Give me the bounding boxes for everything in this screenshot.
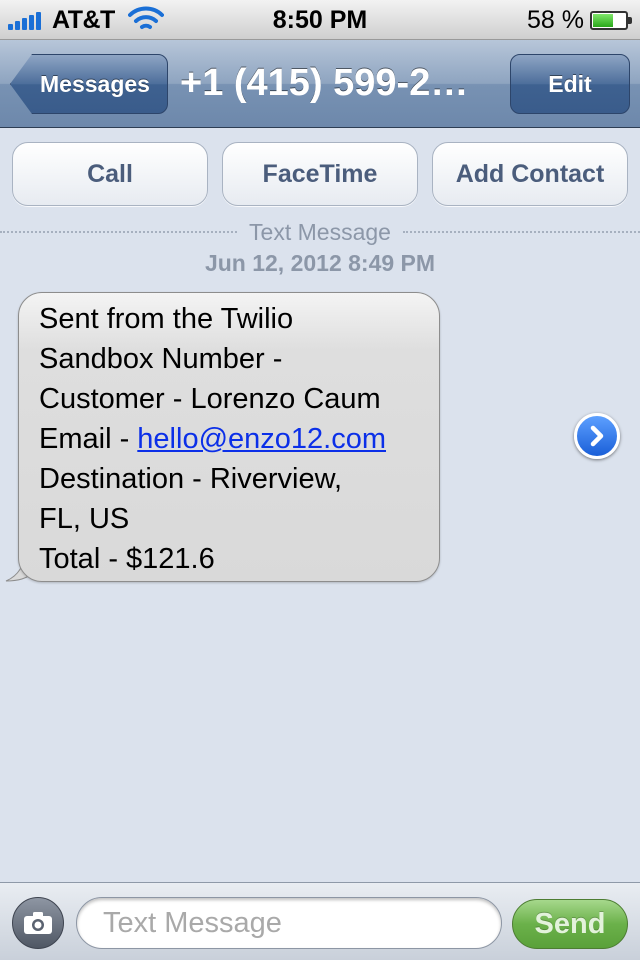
back-to-messages-button[interactable]: Messages <box>10 54 168 114</box>
battery-icon <box>590 11 632 30</box>
message-line-email: Email - hello@enzo12.com <box>39 419 423 459</box>
conversation-title: +1 (415) 599-2… <box>180 62 469 104</box>
chevron-right-icon <box>590 425 604 447</box>
status-bar: AT&T 8:50 PM 58 % <box>0 0 640 40</box>
received-message-bubble[interactable]: Sent from the Twilio Sandbox Number - Cu… <box>18 292 440 582</box>
camera-icon <box>24 912 52 934</box>
contact-actions: Call FaceTime Add Contact <box>12 142 628 208</box>
message-line: Destination - Riverview, <box>39 463 342 495</box>
message-type-divider: Text Message <box>0 218 640 246</box>
add-contact-button[interactable]: Add Contact <box>432 142 628 206</box>
message-line: FL, US <box>39 503 130 535</box>
send-button[interactable]: Send <box>512 899 628 949</box>
message-input[interactable] <box>76 897 502 949</box>
battery-level-fill <box>593 14 613 27</box>
message-line: Sent from the Twilio <box>39 303 294 335</box>
navigation-bar: Messages +1 (415) 599-2… Edit <box>0 40 640 128</box>
message-timestamp: Jun 12, 2012 8:49 PM <box>204 250 436 276</box>
divider-line-right <box>402 231 640 233</box>
email-label: Email - <box>39 423 138 455</box>
email-link[interactable]: hello@enzo12.com <box>137 423 386 455</box>
message-type-label: Text Message <box>249 218 391 245</box>
facetime-button[interactable]: FaceTime <box>222 142 418 206</box>
message-line: Customer - Lorenzo Caum <box>39 383 381 415</box>
message-line: Sandbox Number - <box>39 343 283 375</box>
detail-disclosure-button[interactable] <box>574 413 620 459</box>
edit-button[interactable]: Edit <box>510 54 630 114</box>
divider-line-left <box>0 231 238 233</box>
message-line: Total - $121.6 <box>39 543 215 575</box>
call-button[interactable]: Call <box>12 142 208 206</box>
camera-button[interactable] <box>12 897 64 949</box>
battery-percentage: 58 % <box>527 6 584 34</box>
compose-bar: Send <box>0 882 640 960</box>
